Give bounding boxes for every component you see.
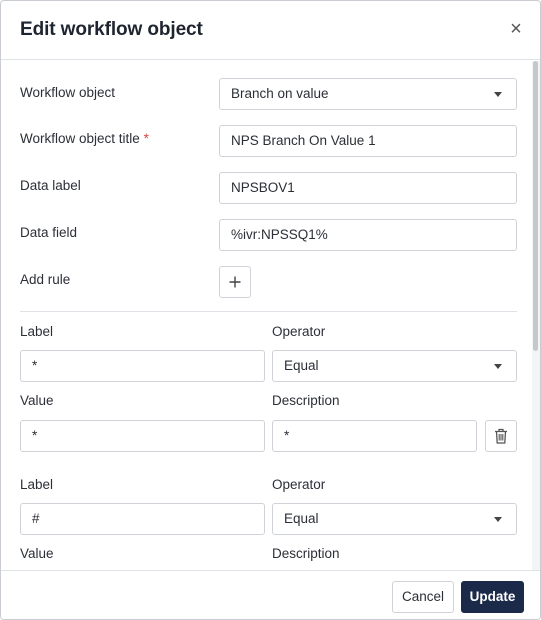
workflow-object-select[interactable]: Branch on value [219, 78, 517, 110]
workflow-object-title-label: Workflow object title * [20, 131, 149, 146]
dialog-title: Edit workflow object [20, 19, 203, 40]
rule-label-caption: Label [20, 477, 54, 492]
rule-description-caption: Description [272, 393, 340, 408]
rule-operator-value: Equal [284, 358, 319, 373]
rule-label-input[interactable]: * [20, 350, 265, 382]
chevron-down-icon [494, 364, 502, 369]
delete-rule-button[interactable] [485, 420, 517, 452]
rule-value-caption: Value [20, 393, 54, 408]
dialog-body[interactable]: Workflow object Branch on value Workflow… [1, 61, 540, 570]
rule-label-caption: Label [20, 324, 54, 339]
data-label-label: Data label [20, 178, 81, 193]
dialog-footer: Cancel Update [1, 570, 540, 619]
workflow-object-title-text: Workflow object title [20, 131, 140, 146]
vertical-scrollbar[interactable] [532, 61, 540, 570]
rules-divider [20, 311, 517, 312]
rule-label-input[interactable]: # [20, 503, 265, 535]
workflow-object-value: Branch on value [231, 86, 329, 101]
rule-value-input[interactable]: * [20, 420, 265, 452]
workflow-object-label: Workflow object [20, 85, 116, 100]
update-button[interactable]: Update [461, 581, 524, 613]
rule-operator-value: Equal [284, 511, 319, 526]
workflow-object-title-input[interactable]: NPS Branch On Value 1 [219, 125, 517, 157]
add-rule-label: Add rule [20, 272, 71, 287]
trash-icon [495, 428, 507, 444]
chevron-down-icon [494, 92, 502, 97]
cancel-button[interactable]: Cancel [392, 581, 454, 613]
data-label-input[interactable]: NPSBOV1 [219, 172, 517, 204]
data-field-input[interactable]: %ivr:NPSSQ1% [219, 219, 517, 251]
plus-icon [229, 276, 241, 288]
required-marker: * [143, 131, 149, 146]
close-icon[interactable]: × [508, 19, 524, 39]
rule-operator-select[interactable]: Equal [272, 503, 517, 535]
chevron-down-icon [494, 517, 502, 522]
rule-description-input[interactable]: * [272, 420, 477, 452]
rule-operator-caption: Operator [272, 477, 326, 492]
rule-operator-select[interactable]: Equal [272, 350, 517, 382]
data-field-label: Data field [20, 225, 78, 240]
rule-value-caption: Value [20, 546, 54, 561]
edit-workflow-dialog: Edit workflow object × Workflow object B… [0, 0, 541, 620]
add-rule-button[interactable] [219, 266, 251, 298]
dialog-header: Edit workflow object × [1, 1, 540, 60]
scrollbar-thumb[interactable] [533, 61, 538, 351]
rule-description-caption: Description [272, 546, 340, 561]
rule-operator-caption: Operator [272, 324, 326, 339]
